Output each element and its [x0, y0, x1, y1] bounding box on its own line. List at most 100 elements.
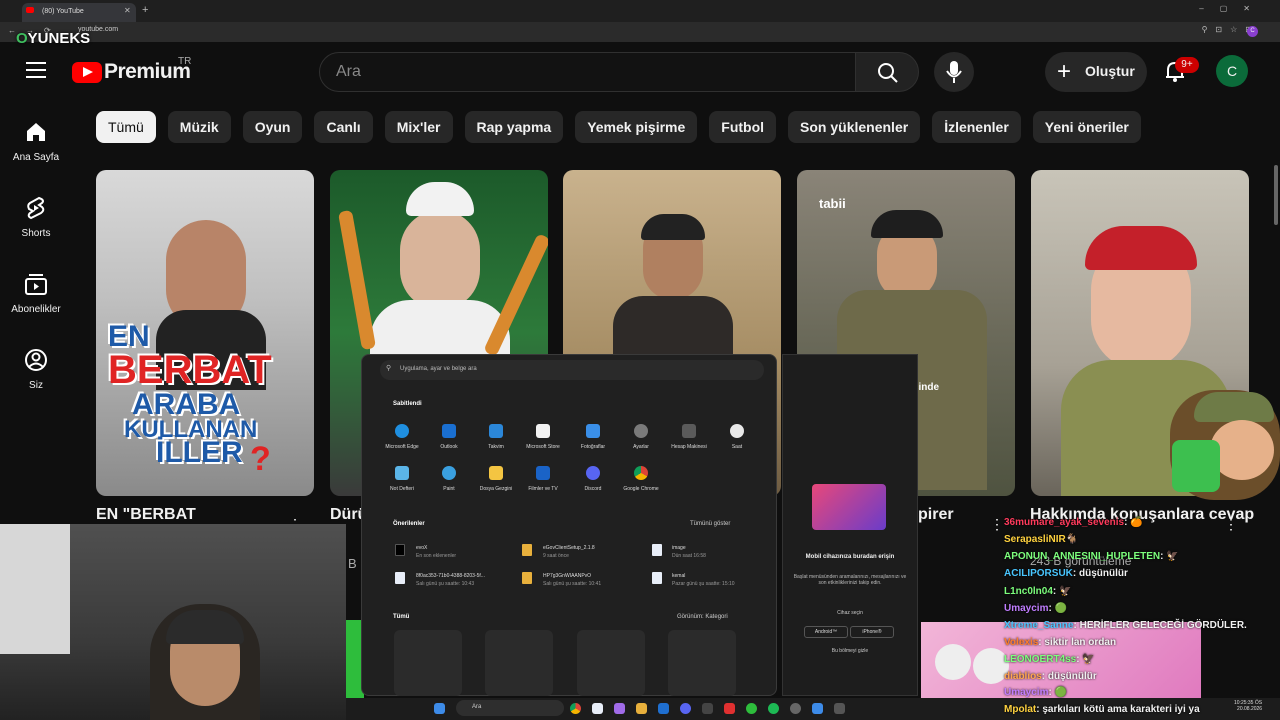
recommended-item[interactable]: HP7g3GnWIAANPvO Salı günü şu saatte: 10:4…	[543, 573, 601, 587]
android-button[interactable]: Android™	[804, 626, 848, 638]
more-options-icon[interactable]: ⋮	[990, 516, 1004, 533]
pinned-app-outlook[interactable]: Outlook	[427, 424, 471, 450]
hide-panel-link[interactable]: Bu bölmeyi gizle	[790, 648, 910, 654]
app-category-tile[interactable]	[668, 630, 736, 696]
chip-watched[interactable]: İzlenenler	[932, 111, 1021, 143]
windows-start-icon[interactable]	[434, 703, 445, 714]
chip-rap[interactable]: Rap yapma	[464, 111, 564, 143]
youtube-logo-icon[interactable]	[72, 62, 102, 83]
folder-icon	[522, 544, 532, 556]
taskbar-app-icon[interactable]	[658, 703, 669, 714]
taskbar-app-icon[interactable]	[746, 703, 757, 714]
browser-profile-icon[interactable]: C	[1247, 26, 1258, 37]
browser-tab[interactable]: (80) YouTube	[22, 3, 136, 22]
taskbar-app-icon[interactable]	[592, 703, 603, 714]
app-category-tile[interactable]	[577, 630, 645, 696]
channel-name[interactable]: B	[348, 556, 357, 571]
pinned-app-paint[interactable]: Paint	[427, 466, 471, 492]
file-explorer-taskbar-icon[interactable]	[636, 703, 647, 714]
pinned-app-movies[interactable]: Filmler ve TV	[521, 466, 565, 492]
chip-cooking[interactable]: Yemek pişirme	[575, 111, 698, 143]
search-button[interactable]	[855, 52, 919, 92]
person-image	[400, 210, 480, 310]
skewer-image	[337, 209, 377, 351]
voice-search-button[interactable]	[934, 52, 974, 92]
taskbar-app-icon[interactable]	[834, 703, 845, 714]
chip-football[interactable]: Futbol	[709, 111, 777, 143]
recommended-item[interactable]: image Dün saat 16:58	[672, 545, 706, 559]
chip-music[interactable]: Müzik	[167, 111, 231, 143]
sidebar-item-home[interactable]: Ana Sayfa	[0, 120, 72, 163]
subscriptions-icon	[25, 274, 47, 295]
red-cap-image	[1085, 226, 1197, 270]
recommended-item[interactable]: kemal Pazar günü şu saatte: 15:10	[672, 573, 735, 587]
pinned-app-store[interactable]: Microsoft Store	[521, 424, 565, 450]
home-icon	[27, 123, 45, 141]
sidebar-item-subscriptions[interactable]: Abonelikler	[0, 272, 72, 315]
video-title[interactable]: EN "BERBAT	[96, 506, 196, 524]
app-category-tile[interactable]	[394, 630, 462, 696]
view-category-dropdown[interactable]: Görünüm: Kategori	[677, 614, 728, 620]
video-title[interactable]: pirer	[918, 506, 954, 524]
account-avatar[interactable]: C	[1216, 55, 1248, 87]
chip-mixes[interactable]: Mix'ler	[384, 111, 453, 143]
sidebar-item-shorts[interactable]: Shorts	[0, 196, 72, 239]
beret-image	[871, 210, 943, 238]
folder-icon	[522, 572, 532, 584]
plus-icon: +	[1057, 58, 1072, 85]
tab-title: (80) YouTube	[42, 8, 84, 15]
taskbar-search[interactable]: Ara	[456, 700, 564, 716]
taskbar-clock[interactable]: 10:25:35 ÖS 20.08.2026	[1234, 700, 1262, 712]
pinned-app-calendar[interactable]: Takvim	[474, 424, 518, 450]
person-hair	[641, 214, 705, 240]
pinned-app-settings[interactable]: Ayarlar	[619, 424, 663, 450]
taskbar-app-icon[interactable]	[812, 703, 823, 714]
pinned-app-notepad[interactable]: Not Defteri	[380, 466, 424, 492]
spotify-taskbar-icon[interactable]	[768, 703, 779, 714]
pinned-app-file-explorer[interactable]: Dosya Gezgini	[474, 466, 518, 492]
pinned-app-edge[interactable]: Microsoft Edge	[380, 424, 424, 450]
address-bar	[0, 22, 1280, 42]
new-tab-icon[interactable]: +	[142, 4, 148, 16]
pinned-app-photos[interactable]: Fotoğraflar	[571, 424, 615, 450]
discord-taskbar-icon[interactable]	[680, 703, 691, 714]
taskbar-app-icon[interactable]	[702, 703, 713, 714]
chip-all[interactable]: Tümü	[96, 111, 156, 143]
chip-live[interactable]: Canlı	[314, 111, 373, 143]
stream-chat: 36mumare_ayak_sevenis: 🍊 SerapasliNIR🐐 A…	[1004, 500, 1280, 715]
evox-app-icon	[395, 544, 405, 556]
search-icon: ⚲	[386, 365, 392, 372]
recommended-item[interactable]: 8f0ac353-71b0-4388-8203-5f... Salı günü ş…	[416, 573, 485, 587]
taskbar-app-icon[interactable]	[614, 703, 625, 714]
chip-recently-uploaded[interactable]: Son yüklenenler	[788, 111, 921, 143]
start-search-input[interactable]: Uygulama, ayar ve belge ara	[380, 360, 764, 380]
chrome-taskbar-icon[interactable]	[570, 703, 581, 714]
pinned-app-chrome[interactable]: Google Chrome	[619, 466, 663, 492]
sidebar-label: Shorts	[21, 228, 51, 239]
pinned-app-calculator[interactable]: Hesap Makinesi	[667, 424, 711, 450]
page-scrollbar[interactable]	[1274, 165, 1278, 225]
recommended-item[interactable]: eGovClientSetup_2.1.8 9 saat önce	[543, 545, 595, 559]
tab-close-icon[interactable]: ✕	[124, 6, 131, 15]
search-input[interactable]: Ara	[319, 52, 856, 92]
menu-icon[interactable]	[26, 62, 46, 78]
app-category-tile[interactable]	[485, 630, 553, 696]
recommended-item[interactable]: evoX En son eklenenler	[416, 545, 456, 559]
chat-message: diablios: düşünülür	[1004, 671, 1097, 682]
iphone-button[interactable]: iPhone®	[850, 626, 894, 638]
show-all-link[interactable]: Tümünü göster	[690, 521, 730, 527]
chip-new-to-you[interactable]: Yeni öneriler	[1032, 111, 1141, 143]
pinned-app-clock[interactable]: Saat	[715, 424, 759, 450]
sidebar-item-you[interactable]: Siz	[0, 348, 72, 391]
pinned-app-discord[interactable]: Discord	[571, 466, 615, 492]
phone-link-text: Başlat menüsünden aramalarınızı, mesajla…	[793, 574, 907, 586]
window-controls[interactable]: –▢✕	[1199, 4, 1266, 13]
chip-gaming[interactable]: Oyun	[242, 111, 303, 143]
video-thumbnail[interactable]: EN BERBAT ARABA KULLANAN İLLER ?	[96, 170, 314, 496]
taskbar-app-icon[interactable]	[724, 703, 735, 714]
person-cap	[406, 182, 474, 216]
taskbar-app-icon[interactable]	[790, 703, 801, 714]
sidebar-label: Abonelikler	[11, 304, 61, 315]
category-chips: Tümü Müzik Oyun Canlı Mix'ler Rap yapma …	[96, 111, 1141, 143]
youtube-favicon-icon	[26, 7, 34, 13]
